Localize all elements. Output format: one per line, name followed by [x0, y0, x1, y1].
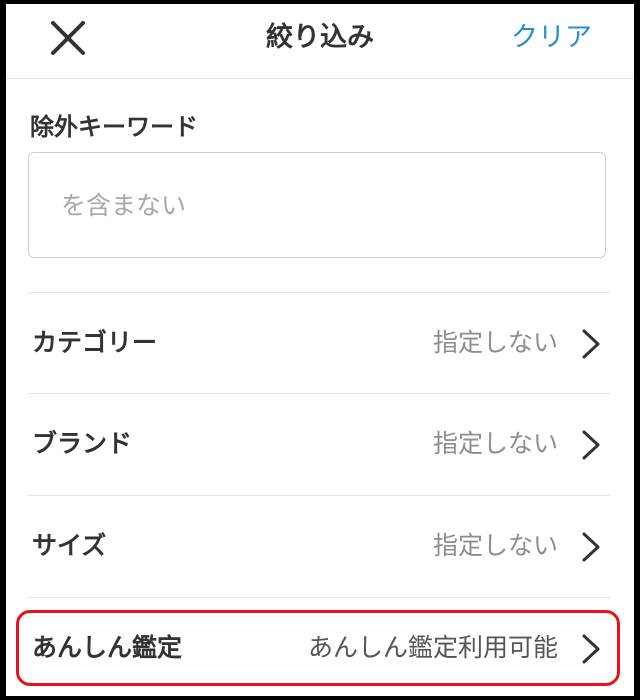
filter-row-value: 指定しない — [432, 328, 558, 357]
chevron-right-icon — [580, 633, 602, 665]
chevron-right-icon — [580, 328, 602, 360]
filter-row-label: カテゴリー — [32, 328, 158, 357]
filter-row-label: ブランド — [32, 429, 133, 458]
filter-row-label: サイズ — [32, 531, 107, 560]
chevron-right-icon — [580, 429, 602, 461]
filter-row-size[interactable]: サイズ 指定しない — [28, 495, 610, 596]
filter-row-authentication[interactable]: あんしん鑑定 あんしん鑑定利用可能 — [28, 597, 610, 696]
filter-panel: 絞り込み クリア 除外キーワード カテゴリー 指定しない ブランド 指定しない … — [6, 4, 634, 696]
filter-row-value: 指定しない — [432, 531, 558, 560]
chevron-right-icon — [580, 531, 602, 563]
filter-row-value: 指定しない — [432, 429, 558, 458]
filter-row-category[interactable]: カテゴリー 指定しない — [28, 292, 610, 393]
filter-row-brand[interactable]: ブランド 指定しない — [28, 393, 610, 494]
header: 絞り込み クリア — [6, 4, 634, 79]
clear-button[interactable]: クリア — [511, 20, 592, 56]
exclude-keyword-input[interactable] — [28, 152, 606, 258]
exclude-keyword-label: 除外キーワード — [30, 113, 198, 141]
filter-row-label: あんしん鑑定 — [32, 633, 183, 662]
filter-row-value: あんしん鑑定利用可能 — [307, 633, 558, 662]
